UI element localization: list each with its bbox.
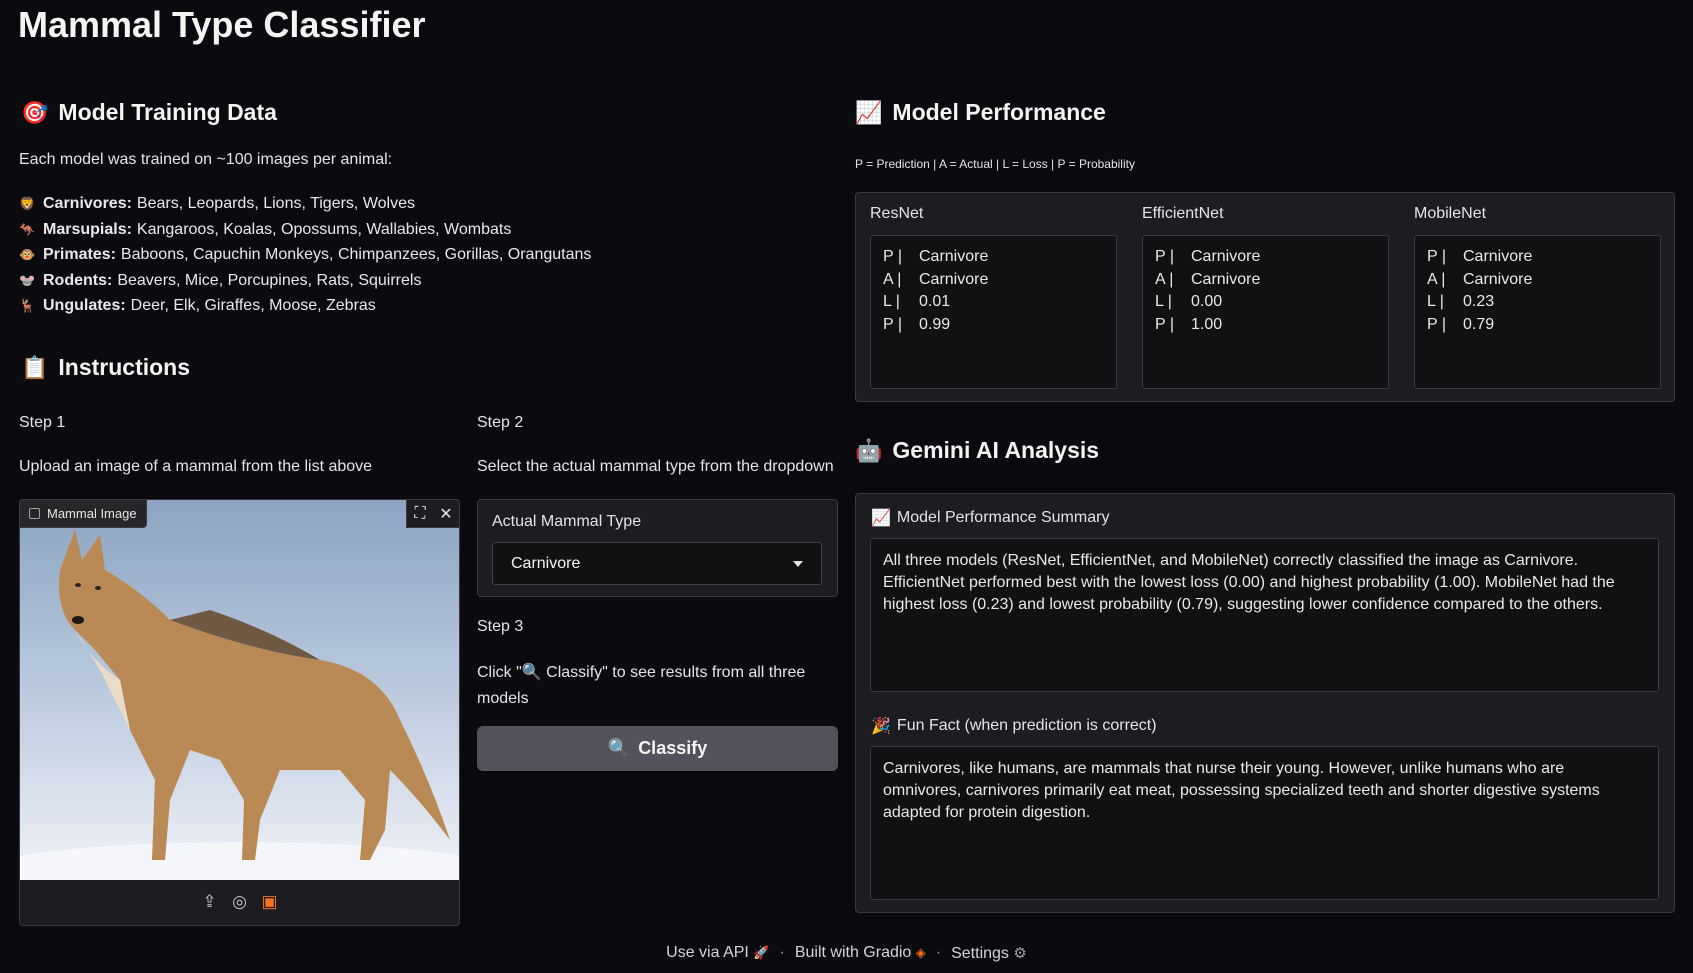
model-name: EfficientNet — [1142, 205, 1224, 222]
separator: · — [935, 944, 942, 961]
mammal-type-dropdown-card: Actual Mammal Type Carnivore — [477, 499, 838, 597]
gemini-heading: 🤖 Gemini AI Analysis — [855, 437, 1100, 463]
dropdown-label: Actual Mammal Type — [492, 513, 642, 530]
list-item: 🐭 Rodents: Beavers, Mice, Porcupines, Rats… — [19, 268, 591, 294]
summary-textbox[interactable]: All three models (ResNet, EfficientNet, … — [870, 538, 1659, 692]
model-results: P | Carnivore A | Carnivore L | 0.01 P | 0.9… — [870, 235, 1117, 389]
image-source-toolbar: ⇪ ◎ ▣ — [20, 879, 459, 925]
rocket-icon: 🚀 — [753, 945, 770, 960]
separator: · — [779, 944, 785, 961]
gemini-panel: 📈 Model Performance Summary All three mo… — [855, 493, 1675, 913]
chart-icon: 📈 — [855, 99, 883, 125]
instructions-heading: 📋 Instructions — [21, 354, 191, 380]
step1-title: Step 1 — [19, 414, 66, 431]
clipboard-paste-icon[interactable]: ▣ — [262, 892, 278, 912]
image-upload-panel[interactable]: Mammal Image ⛶ ✕ ⇪ ◎ ▣ — [19, 499, 460, 926]
wolf-photo — [20, 500, 459, 902]
model-name: ResNet — [870, 205, 924, 222]
model-card-resnet: ResNet P | Carnivore A | Carnivore L | 0.01… — [870, 205, 1117, 389]
model-name: MobileNet — [1414, 205, 1487, 222]
settings-link[interactable]: Settings ⚙ — [951, 944, 1027, 963]
step3-text: Click "🔍 Classify" to see results from a… — [477, 664, 806, 707]
webcam-icon[interactable]: ◎ — [232, 892, 248, 912]
fun-fact-label: 🎉 Fun Fact (when prediction is correct) — [871, 717, 1157, 735]
list-item: 🐵 Primates: Baboons, Capuchin Monkeys, Chi… — [19, 242, 591, 268]
performance-legend: P = Prediction | A = Actual | L = Loss |… — [855, 157, 1135, 171]
list-item: 🦁 Carnivores: Bears, Leopards, Lions, Tige… — [19, 191, 591, 217]
page-title: Mammal Type Classifier — [18, 4, 426, 45]
model-results: P | Carnivore A | Carnivore L | 0.23 P | 0.7… — [1414, 235, 1661, 389]
dropdown-value: Carnivore — [511, 554, 581, 572]
classify-button[interactable]: 🔍 Classify — [477, 726, 838, 771]
clipboard-icon: 📋 — [21, 354, 49, 380]
party-icon: 🎉 — [871, 718, 891, 735]
performance-heading: 📈 Model Performance — [855, 99, 1106, 125]
lion-icon: 🦁 — [19, 196, 36, 211]
mammal-type-dropdown[interactable]: Carnivore — [492, 542, 822, 585]
upload-icon[interactable]: ⇪ — [202, 892, 218, 912]
robot-icon: 🤖 — [855, 437, 883, 463]
model-card-mobilenet: MobileNet P | Carnivore A | Carnivore L | 0… — [1414, 205, 1661, 389]
gradio-logo-icon: ◈ — [915, 945, 926, 960]
model-results: P | Carnivore A | Carnivore L | 0.00 P | 1.0… — [1142, 235, 1389, 389]
fullscreen-icon[interactable]: ⛶ — [407, 500, 433, 527]
close-icon[interactable]: ✕ — [433, 500, 459, 527]
gear-icon: ⚙ — [1013, 945, 1027, 962]
performance-panel: ResNet P | Carnivore A | Carnivore L | 0.01… — [855, 192, 1675, 402]
image-label: Mammal Image — [20, 500, 147, 528]
list-item: 🦌 Ungulates: Deer, Elk, Giraffes, Moose, Z… — [19, 293, 591, 319]
training-list: 🦁 Carnivores: Bears, Leopards, Lions, Tige… — [19, 191, 591, 319]
step1-text: Upload an image of a mammal from the lis… — [19, 458, 373, 475]
monkey-icon: 🐵 — [19, 247, 36, 262]
fun-fact-textbox[interactable]: Carnivores, like humans, are mammals tha… — [870, 746, 1659, 900]
summary-label: 📈 Model Performance Summary — [871, 509, 1110, 527]
image-icon — [29, 508, 40, 519]
model-card-efficientnet: EfficientNet P | Carnivore A | Carnivore L… — [1142, 205, 1389, 389]
step2-title: Step 2 — [477, 414, 524, 431]
chevron-down-icon — [793, 560, 803, 567]
chart-icon: 📈 — [871, 510, 891, 527]
use-via-api-link[interactable]: Use via API 🚀 — [666, 944, 769, 963]
footer: Use via API 🚀 · Built with Gradio ◈ · Se… — [0, 944, 1693, 963]
training-intro: Each model was trained on ~100 images pe… — [19, 151, 393, 168]
kangaroo-icon: 🦘 — [19, 221, 36, 237]
step2-text: Select the actual mammal type from the d… — [477, 458, 834, 475]
image-controls: ⛶ ✕ — [406, 500, 459, 528]
magnifier-icon: 🔍 — [607, 738, 631, 758]
step3-title: Step 3 — [477, 618, 524, 635]
target-icon: 🎯 — [21, 99, 49, 125]
deer-icon: 🦌 — [19, 298, 36, 313]
list-item: 🦘 Marsupials: Kangaroos, Koalas, Opossums,… — [19, 217, 591, 243]
built-with-gradio-link[interactable]: Built with Gradio ◈ — [795, 944, 926, 963]
training-heading: 🎯 Model Training Data — [21, 99, 277, 125]
mouse-icon: 🐭 — [19, 272, 36, 288]
